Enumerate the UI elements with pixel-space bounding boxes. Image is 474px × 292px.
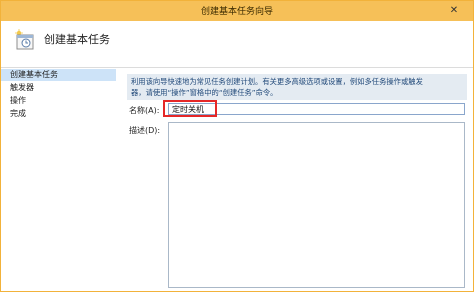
- help-text-line-2: 器，请使用“操作”窗格中的“创建任务”命令。: [131, 88, 278, 97]
- step-trigger[interactable]: 触发器: [1, 82, 116, 94]
- wizard-header: 创建基本任务: [1, 21, 473, 68]
- name-field[interactable]: [168, 103, 465, 115]
- wizard-window: 创建基本任务向导 ✕ 创建基本任务 创建基本任务 触发器 操作 完成 利用该向导…: [0, 0, 474, 292]
- wizard-content: 利用该向导快速地为常见任务创建计划。有关更多高级选项或设置，例如多任务操作或触发…: [123, 68, 474, 291]
- wizard-steps-sidebar: 创建基本任务 触发器 操作 完成: [1, 68, 116, 291]
- help-text-line-1: 利用该向导快速地为常见任务创建计划。有关更多高级选项或设置，例如多任务操作或触发: [131, 77, 423, 86]
- page-title: 创建基本任务: [44, 33, 110, 46]
- description-label: 描述(D):: [129, 126, 161, 135]
- scheduled-task-wizard-icon: [12, 28, 36, 52]
- step-finish[interactable]: 完成: [1, 108, 116, 120]
- title-bar: 创建基本任务向导 ✕: [1, 1, 473, 21]
- close-button[interactable]: ✕: [441, 3, 467, 18]
- step-action[interactable]: 操作: [1, 95, 116, 107]
- step-create-basic-task[interactable]: 创建基本任务: [1, 69, 116, 81]
- description-field[interactable]: [168, 122, 465, 288]
- window-title: 创建基本任务向导: [200, 7, 273, 17]
- help-text: 利用该向导快速地为常见任务创建计划。有关更多高级选项或设置，例如多任务操作或触发…: [127, 74, 467, 100]
- name-label: 名称(A):: [129, 106, 160, 115]
